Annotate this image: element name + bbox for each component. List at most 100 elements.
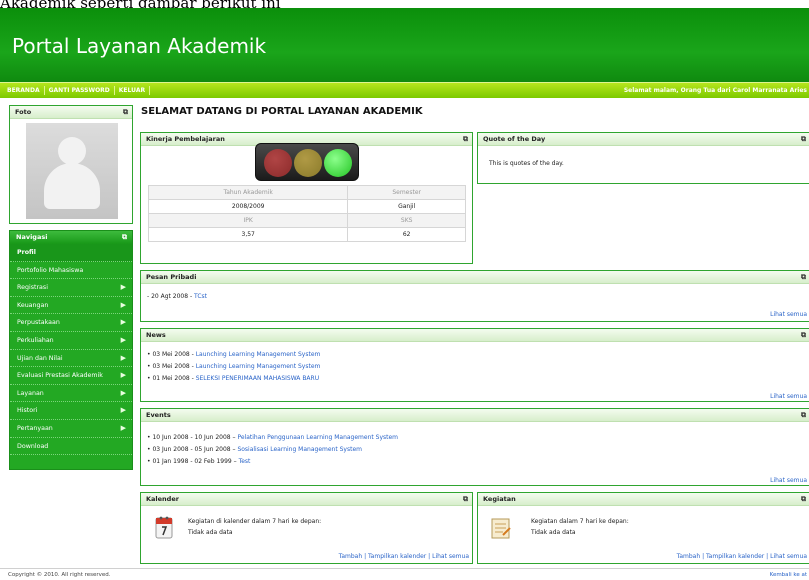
kalender-title: Kalender	[146, 495, 179, 503]
copyright-text: Copyright © 2010. All right reserved.	[8, 572, 111, 578]
window-icon[interactable]: ⧉	[122, 231, 127, 244]
sidebar-item-label: Portofolio Mahasiswa	[17, 266, 84, 274]
foto-panel: Foto ⧉	[9, 105, 133, 224]
sidebar-item-label: Perpustakaan	[17, 319, 60, 327]
window-icon[interactable]: ⧉	[801, 271, 806, 284]
tampilkan-kalender-link[interactable]: Tampilkan kalender	[706, 553, 764, 560]
label-tahun-akademik: Tahun Akademik	[147, 185, 349, 200]
kalender-links: Tambah | Tampilkan kalender | Lihat semu…	[338, 553, 469, 560]
sidebar-item[interactable]: Ujian dan Nilai ▶	[10, 349, 132, 368]
item-link[interactable]: Sosialisasi Learning Management System	[237, 446, 362, 453]
tampilkan-kalender-link[interactable]: Tampilkan kalender	[368, 553, 426, 560]
news-title: News	[146, 331, 166, 339]
kegiatan-links: Tambah | Tampilkan kalender | Lihat semu…	[676, 553, 807, 560]
list-item: • 01 Mei 2008 - SELEKSI PENERIMAAN MAHAS…	[147, 375, 319, 382]
sidebar-item-label: Ujian dan Nilai	[17, 354, 63, 362]
table-row: 2008/2009 Ganjil	[147, 199, 466, 214]
value-sks: 62	[347, 227, 466, 242]
sidebar-item-label: Profil	[17, 249, 36, 256]
item-link[interactable]: Pelatihan Penggunaan Learning Management…	[237, 434, 398, 441]
sidebar-item[interactable]: Layanan ▶	[10, 384, 132, 403]
lihat-semua-link[interactable]: Lihat semua	[770, 311, 807, 318]
lihat-semua-link[interactable]: Lihat semua	[770, 477, 807, 484]
kalender-panel: Kalender ⧉ Kegiatan di kalender dalam 7 …	[140, 492, 473, 564]
window-icon[interactable]: ⧉	[801, 329, 806, 342]
sidebar-item[interactable]: Histori ▶	[10, 402, 132, 420]
events-title: Events	[146, 411, 171, 419]
table-row: 3,57 62	[147, 227, 466, 242]
news-panel: News ⧉ • 03 Mei 2008 - Launching Learnin…	[140, 328, 809, 402]
item-link[interactable]: SELEKSI PENERIMAAN MAHASISWA BARU	[196, 375, 319, 382]
navigation-header: Navigasi ⧉	[10, 231, 132, 244]
item-link[interactable]: Launching Learning Management System	[196, 363, 321, 370]
sidebar-item-label: Registrasi	[17, 284, 48, 292]
label-semester: Semester	[347, 185, 466, 200]
footer-divider	[0, 568, 809, 569]
value-ipk: 3,57	[147, 227, 349, 242]
kegiatan-header: Kegiatan ⧉	[478, 493, 809, 506]
chevron-right-icon: ▶	[120, 388, 126, 397]
kinerja-title: Kinerja Pembelajaran	[146, 135, 225, 143]
site-header: Portal Layanan Akademik	[0, 8, 809, 82]
value-tahun-akademik: 2008/2009	[147, 199, 349, 214]
list-item: • 03 Mei 2008 - Launching Learning Manag…	[147, 351, 320, 358]
window-icon[interactable]: ⧉	[123, 106, 128, 119]
foto-panel-header: Foto ⧉	[10, 106, 132, 119]
lihat-semua-link[interactable]: Lihat semua	[770, 553, 807, 560]
item-date: • 03 Mei 2008 -	[147, 363, 196, 370]
sidebar-item[interactable]: Perkuliahan ▶	[10, 331, 132, 350]
chevron-right-icon: ▶	[120, 371, 126, 380]
window-icon[interactable]: ⧉	[463, 133, 468, 146]
tambah-link[interactable]: Tambah	[339, 553, 362, 560]
list-item: • 03 Jun 2008 - 05 Jun 2008 – Sosialisas…	[147, 446, 362, 453]
top-menu: BERANDA GANTI PASSWORD KELUAR	[3, 86, 151, 95]
table-row: Tahun Akademik Semester	[147, 185, 466, 200]
lihat-semua-link[interactable]: Lihat semua	[770, 393, 807, 400]
lihat-semua-link[interactable]: Lihat semua	[432, 553, 469, 560]
menu-beranda[interactable]: BERANDA	[3, 86, 45, 95]
window-icon[interactable]: ⧉	[463, 493, 468, 506]
red-light-icon	[264, 149, 292, 177]
sidebar-item[interactable]: Evaluasi Prestasi Akademik ▶	[10, 367, 132, 385]
item-date: • 01 Jan 1998 - 02 Feb 1999 –	[147, 458, 239, 465]
item-date: - 20 Agt 2008 -	[147, 293, 195, 300]
label-sks: SKS	[347, 213, 466, 228]
sidebar-item[interactable]: Keuangan ▶	[10, 296, 132, 315]
kegiatan-empty: Tidak ada data	[531, 529, 576, 536]
sidebar-item[interactable]: Download	[10, 437, 132, 456]
window-icon[interactable]: ⧉	[801, 133, 806, 146]
menu-keluar[interactable]: KELUAR	[115, 86, 151, 95]
sidebar-item[interactable]: Registrasi ▶	[10, 279, 132, 297]
avatar-body-shape	[44, 163, 100, 209]
sidebar-item[interactable]: Pertanyaan ▶	[10, 419, 132, 438]
chevron-right-icon: ▶	[120, 353, 126, 362]
pesan-panel: Pesan Pribadi ⧉ - 20 Agt 2008 - TCst Lih…	[140, 270, 809, 322]
top-menu-bar: BERANDA GANTI PASSWORD KELUAR Selamat ma…	[0, 82, 809, 98]
window-icon[interactable]: ⧉	[801, 409, 806, 422]
yellow-light-icon	[294, 149, 322, 177]
kegiatan-info: Kegiatan dalam 7 hari ke depan:	[531, 518, 629, 525]
item-link[interactable]: Launching Learning Management System	[196, 351, 321, 358]
window-icon[interactable]: ⧉	[801, 493, 806, 506]
sidebar-item[interactable]: Portofolio Mahasiswa	[10, 261, 132, 280]
kalender-empty: Tidak ada data	[188, 529, 233, 536]
item-link[interactable]: Test	[239, 458, 251, 465]
sidebar-item[interactable]: Perpustakaan ▶	[10, 314, 132, 332]
navigation-padding	[10, 455, 132, 470]
sidebar-item[interactable]: Profil	[10, 244, 132, 262]
notes-icon	[491, 518, 511, 539]
sidebar-item-label: Histori	[17, 407, 38, 415]
foto-panel-body	[10, 119, 132, 223]
chevron-right-icon: ▶	[120, 283, 126, 292]
calendar-icon	[155, 516, 173, 539]
pesan-header: Pesan Pribadi ⧉	[141, 271, 809, 284]
item-link[interactable]: TCst	[194, 293, 207, 300]
menu-ganti-password[interactable]: GANTI PASSWORD	[45, 86, 115, 95]
list-item: • 01 Jan 1998 - 02 Feb 1999 – Test	[147, 458, 250, 465]
item-date: • 03 Mei 2008 -	[147, 351, 196, 358]
back-to-top-link[interactable]: Kembali ke at	[770, 572, 807, 578]
tambah-link[interactable]: Tambah	[677, 553, 700, 560]
chevron-right-icon: ▶	[120, 423, 126, 432]
news-header: News ⧉	[141, 329, 809, 342]
item-date: • 03 Jun 2008 - 05 Jun 2008 –	[147, 446, 238, 453]
